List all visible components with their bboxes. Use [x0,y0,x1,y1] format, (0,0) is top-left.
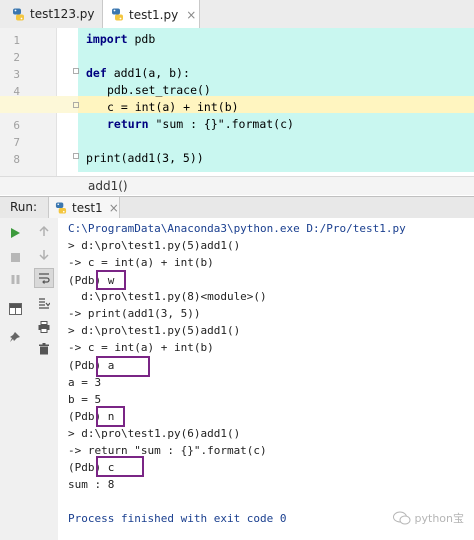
print-icon[interactable] [35,318,53,336]
run-icon[interactable] [6,224,24,242]
console-toolbar [30,218,59,540]
tab-label: test1.py [129,7,179,22]
line-number: 7 [13,136,20,149]
console-line: -> c = int(a) + int(b) [68,256,214,269]
layout-icon[interactable] [6,300,24,318]
pin-icon[interactable] [6,328,24,346]
line-number: 2 [13,51,20,64]
code-line: def add1(a, b): [86,66,190,80]
code-line: print(add1(3, 5)) [86,151,204,165]
console-line: -> print(add1(3, 5)) [68,307,201,320]
python-file-icon [12,8,25,21]
line-number: 3 [13,68,20,81]
python-file-icon [55,201,67,214]
line-number: 6 [13,119,20,132]
run-toolbar [0,218,31,540]
python-file-icon [111,8,124,21]
watermark-text: python宝 [414,512,464,525]
fold-icon[interactable] [73,153,79,159]
line-number: 1 [13,34,20,47]
console-output[interactable]: C:\ProgramData\Anaconda3\python.exe D:/P… [58,218,474,540]
breadcrumb-item[interactable]: add1() [88,179,128,193]
breadcrumb: add1() [0,176,474,195]
tab-label: test123.py [30,7,95,21]
annotation-box [96,270,126,290]
close-icon[interactable]: × [109,201,119,215]
fold-icon[interactable] [73,68,79,74]
annotation-box [96,406,125,427]
console-line: > d:\pro\test1.py(5)add1() [68,239,241,252]
scroll-to-end-icon[interactable] [35,294,53,312]
console-line: Process finished with exit code 0 [68,512,287,525]
editor-tab-bar: test123.py × test1.py × [0,0,474,29]
fold-icon[interactable] [73,102,79,108]
code-line: return "sum : {}".format(c) [107,117,294,131]
run-label: Run: [10,200,38,214]
console-line: > d:\pro\test1.py(6)add1() [68,427,241,440]
console-line: > d:\pro\test1.py(5)add1() [68,324,241,337]
tab-test1[interactable]: test1.py × [102,0,200,29]
console-line: -> c = int(a) + int(b) [68,341,214,354]
console-line: C:\ProgramData\Anaconda3\python.exe D:/P… [68,222,406,235]
pause-icon[interactable] [6,270,24,288]
line-number: 8 [13,153,20,166]
annotation-box [96,356,150,377]
code-line: c = int(a) + int(b) [107,100,239,114]
close-icon[interactable]: × [186,8,196,22]
code-line: pdb.set_trace() [107,83,211,97]
run-tab-label: test1 [72,200,103,215]
watermark: python宝 [392,510,464,526]
soft-wrap-icon[interactable] [34,268,54,288]
tab-test123[interactable]: test123.py × [4,0,113,28]
stop-icon[interactable] [6,248,24,266]
code-editor[interactable]: 1 2 3 4 5 6 7 8 import pdb def add1(a, b… [0,28,474,176]
console-line: a = 3 [68,376,102,389]
arrow-up-icon[interactable] [35,222,53,240]
wechat-icon [392,511,411,525]
console-line: b = 5 [68,393,102,406]
console-line: d:\pro\test1.py(8)<module>() [68,290,267,303]
trash-icon[interactable] [35,340,53,358]
run-panel-header: Run: test1 × [0,196,474,219]
code-line: import pdb [86,32,156,46]
run-tab-test1[interactable]: test1 × [48,197,120,218]
annotation-box [96,456,144,477]
console-line: sum : 8 [68,478,115,491]
arrow-down-icon[interactable] [35,246,53,264]
